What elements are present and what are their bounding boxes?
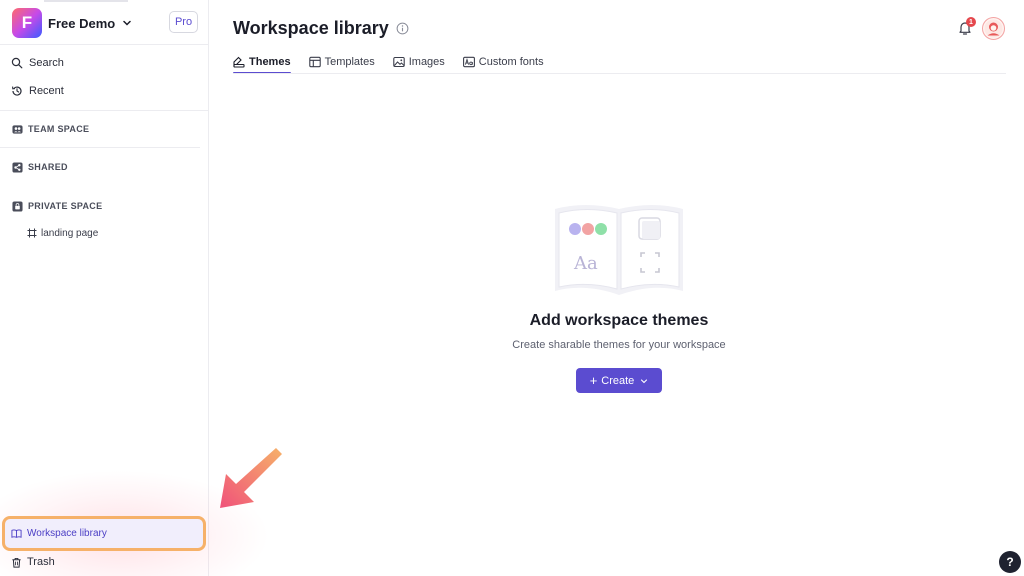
- pro-badge[interactable]: Pro: [169, 11, 198, 33]
- library-tabs: Themes Templates Images Custom fonts: [233, 52, 562, 74]
- tab-templates[interactable]: Templates: [308, 52, 375, 72]
- page-label: landing page: [41, 227, 99, 239]
- theme-icon: [233, 56, 245, 68]
- section-private-space[interactable]: PRIVATE SPACE: [12, 198, 102, 214]
- tab-images[interactable]: Images: [392, 52, 445, 72]
- sidebar-item-label: Recent: [29, 85, 64, 97]
- plus-icon: +: [589, 373, 598, 388]
- empty-state-subtitle: Create sharable themes for your workspac…: [512, 339, 726, 351]
- divider: [0, 44, 208, 45]
- book-icon: [11, 529, 22, 538]
- page-title-text: Workspace library: [233, 18, 389, 38]
- share-icon: [12, 161, 23, 173]
- avatar[interactable]: [982, 17, 1005, 40]
- sidebar-item-recent[interactable]: Recent: [11, 82, 64, 100]
- empty-state-title: Add workspace themes: [529, 312, 709, 329]
- section-label: PRIVATE SPACE: [28, 201, 103, 211]
- sidebar-item-label: Workspace library: [27, 528, 107, 539]
- history-icon: [12, 86, 22, 96]
- sidebar-item-workspace-library[interactable]: Workspace library: [2, 516, 206, 551]
- font-icon: [462, 56, 475, 68]
- create-button-label: Create: [601, 374, 635, 387]
- notification-badge: 1: [966, 17, 976, 27]
- sidebar-item-label: Trash: [27, 556, 55, 568]
- workspace-name: Free Demo: [48, 15, 116, 31]
- divider: [0, 147, 200, 148]
- page-item-landing-page[interactable]: landing page: [27, 225, 98, 241]
- sidebar-item-search[interactable]: Search: [11, 54, 64, 72]
- section-shared[interactable]: SHARED: [12, 159, 68, 175]
- themes-book-illustration: Aa: [555, 205, 683, 295]
- team-icon: [12, 124, 23, 134]
- font-sample-text: Aa: [573, 253, 598, 274]
- user-avatar-icon: [984, 19, 1003, 38]
- chevron-down-icon: [641, 378, 648, 383]
- lock-icon: [12, 200, 23, 212]
- sidebar-item-trash[interactable]: Trash: [11, 554, 55, 570]
- section-label: TEAM SPACE: [28, 124, 90, 134]
- pointer-arrow-icon: [220, 448, 282, 508]
- help-button[interactable]: ?: [999, 551, 1021, 573]
- trash-icon: [12, 557, 21, 568]
- chevron-down-icon: [123, 20, 131, 26]
- sidebar: F Free Demo Pro Search Recent TEAM SPACE…: [0, 0, 270, 576]
- section-team-space[interactable]: TEAM SPACE: [12, 121, 89, 137]
- workspace-logo: F: [12, 8, 42, 38]
- tab-themes[interactable]: Themes: [233, 52, 291, 74]
- top-strip: [44, 0, 128, 2]
- sidebar-item-label: Search: [29, 57, 64, 69]
- section-label: SHARED: [28, 162, 68, 172]
- tab-label: Themes: [249, 56, 291, 68]
- search-icon: [11, 57, 23, 69]
- tab-label: Templates: [324, 56, 375, 68]
- image-icon: [392, 56, 405, 68]
- tab-label: Images: [408, 56, 445, 68]
- create-theme-button[interactable]: + Create: [576, 368, 662, 393]
- info-icon[interactable]: [396, 22, 409, 35]
- divider: [0, 110, 208, 111]
- tab-label: Custom fonts: [478, 56, 544, 68]
- tabs-divider: [233, 73, 1006, 74]
- frame-icon: [27, 228, 37, 238]
- page-title: Workspace library: [233, 18, 409, 39]
- tab-custom-fonts[interactable]: Custom fonts: [462, 52, 544, 72]
- template-icon: [308, 56, 321, 68]
